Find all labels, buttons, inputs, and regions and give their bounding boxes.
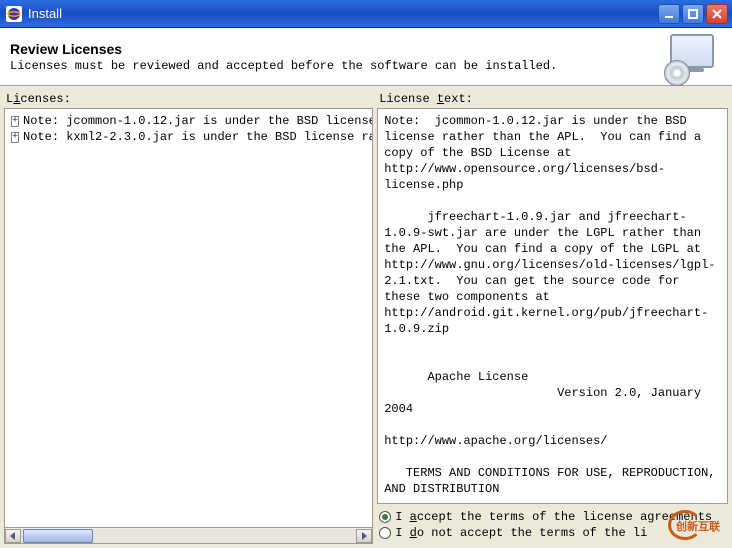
license-text-label: License text: — [379, 92, 728, 106]
install-graphic — [670, 34, 722, 80]
radio-icon — [379, 511, 391, 523]
licenses-pane: Licenses: + Note: jcommon-1.0.12.jar is … — [4, 90, 373, 544]
scroll-right-button[interactable] — [356, 529, 372, 543]
tree-row[interactable]: + Note: jcommon-1.0.12.jar is under the … — [7, 113, 370, 129]
tree-label: Note: kxml2-2.3.0.jar is under the BSD l… — [23, 129, 373, 145]
licenses-tree[interactable]: + Note: jcommon-1.0.12.jar is under the … — [4, 108, 373, 528]
license-text-area[interactable]: Note: jcommon-1.0.12.jar is under the BS… — [377, 108, 728, 504]
page-title: Review Licenses — [10, 41, 670, 57]
expand-icon[interactable]: + — [11, 132, 19, 143]
scroll-left-button[interactable] — [5, 529, 21, 543]
close-button[interactable] — [706, 4, 728, 24]
scroll-track[interactable] — [21, 529, 356, 543]
page-subtitle: Licenses must be reviewed and accepted b… — [10, 59, 670, 73]
tree-label: Note: jcommon-1.0.12.jar is under the BS… — [23, 113, 373, 129]
content-area: Licenses: + Note: jcommon-1.0.12.jar is … — [0, 86, 732, 548]
accept-radio-label: I accept the terms of the license agreem… — [395, 510, 712, 524]
accept-radio-group: I accept the terms of the license agreem… — [377, 504, 728, 544]
wizard-header: Review Licenses Licenses must be reviewe… — [0, 28, 732, 86]
tree-hscrollbar[interactable] — [4, 528, 373, 544]
scroll-thumb[interactable] — [23, 529, 93, 543]
decline-radio-label: I do not accept the terms of the li — [395, 526, 647, 540]
expand-icon[interactable]: + — [11, 116, 19, 127]
radio-icon — [379, 527, 391, 539]
maximize-button[interactable] — [682, 4, 704, 24]
licenses-label: Licenses: — [6, 92, 373, 106]
window-titlebar: Install — [0, 0, 732, 28]
decline-radio[interactable]: I do not accept the terms of the li — [379, 526, 726, 540]
accept-radio[interactable]: I accept the terms of the license agreem… — [379, 510, 726, 524]
eclipse-icon — [6, 6, 22, 22]
tree-row[interactable]: + Note: kxml2-2.3.0.jar is under the BSD… — [7, 129, 370, 145]
window-title: Install — [28, 6, 62, 21]
window-controls — [658, 4, 732, 24]
minimize-button[interactable] — [658, 4, 680, 24]
license-text-pane: License text: Note: jcommon-1.0.12.jar i… — [377, 90, 728, 544]
